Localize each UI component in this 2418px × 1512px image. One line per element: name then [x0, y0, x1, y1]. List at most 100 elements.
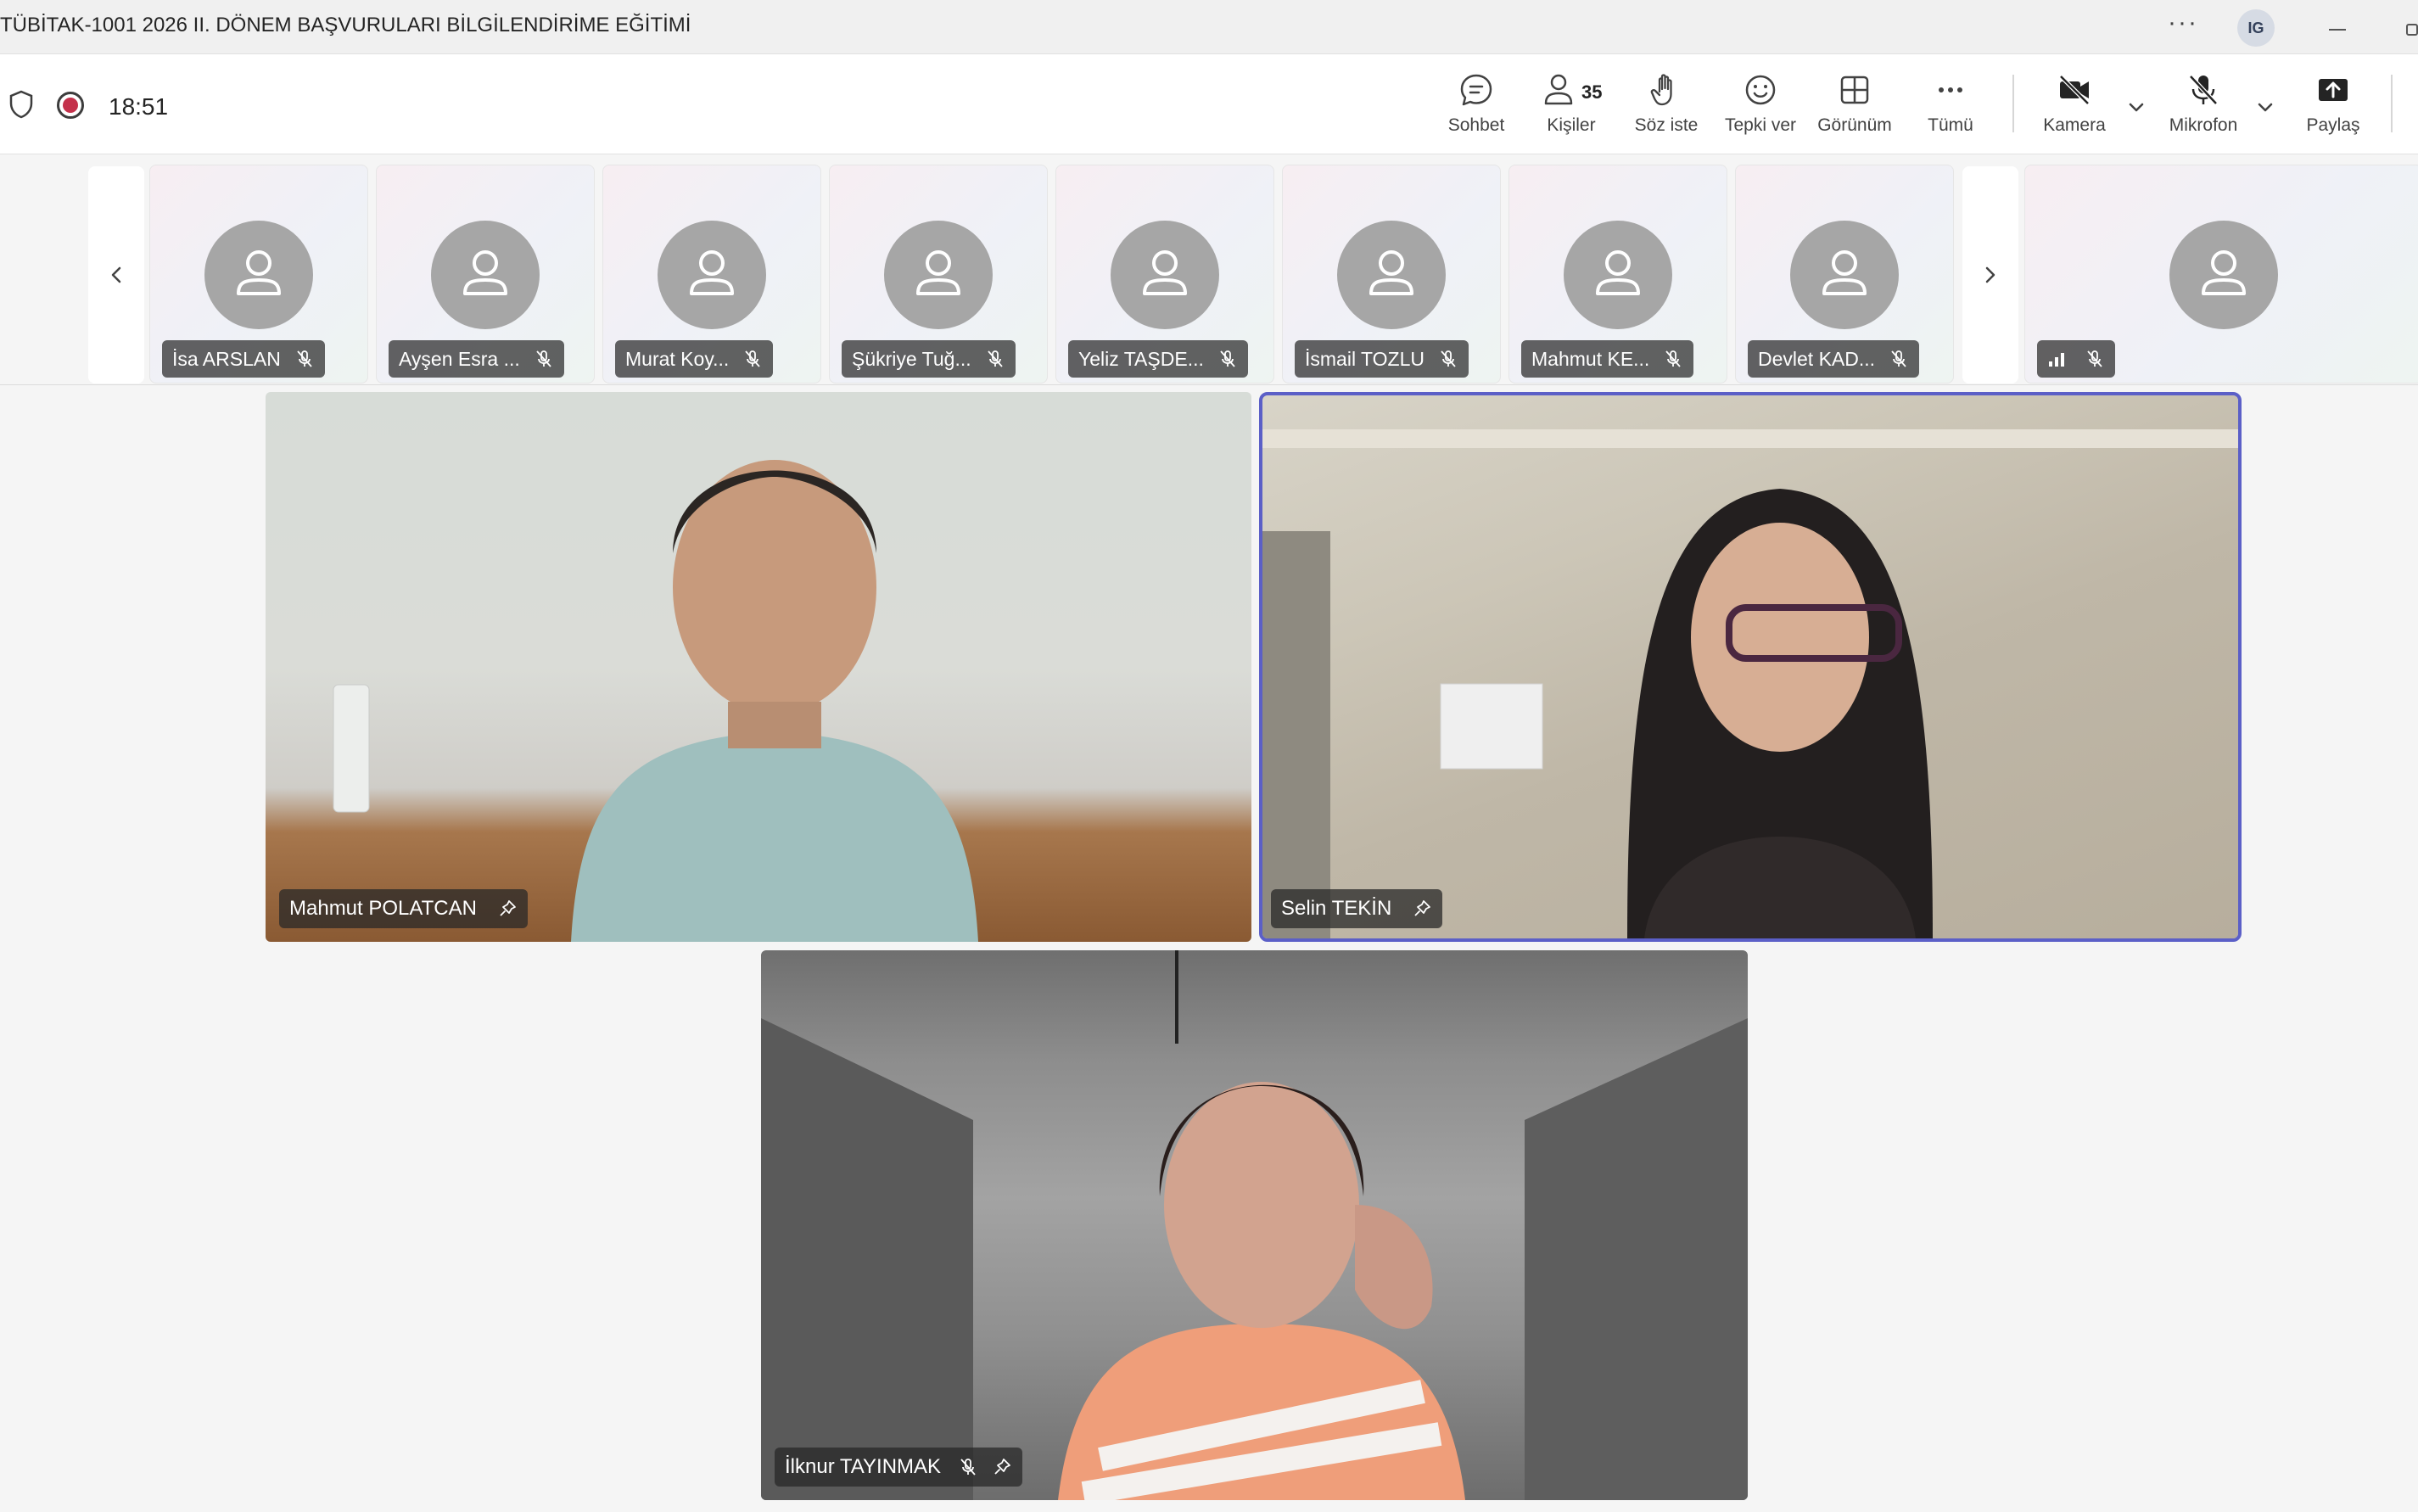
participant-tile[interactable]: Şükriye Tuğ... — [829, 165, 1048, 384]
more-options-icon[interactable]: ··· — [2168, 8, 2198, 37]
restore-icon[interactable] — [2406, 24, 2418, 36]
pin-icon[interactable] — [992, 1457, 1012, 1477]
person-icon — [237, 250, 281, 295]
self-view-tile[interactable] — [2024, 165, 2418, 384]
react-button[interactable]: Tepki ver — [1710, 71, 1811, 143]
toolbar-divider — [2391, 75, 2393, 132]
signal-strength-icon — [2049, 353, 2064, 367]
mic-muted-icon — [745, 350, 760, 367]
avatar — [204, 221, 313, 329]
share-icon — [2319, 79, 2348, 101]
meeting-toolbar: 18:51 Sohbet 35 Kişiler Söz iste Tepki v… — [0, 54, 2418, 154]
pin-icon[interactable] — [1412, 899, 1432, 919]
participant-name: Murat Koy... — [625, 348, 730, 370]
video-tile-active-speaker[interactable]: Selin TEKİN — [1259, 392, 2242, 942]
user-avatar[interactable]: IG — [2237, 9, 2275, 47]
camera-label: Kamera — [2043, 115, 2106, 135]
ellipsis-icon — [1939, 87, 1962, 92]
mic-muted-icon — [2087, 350, 2102, 367]
participant-name: Devlet KAD... — [1758, 348, 1876, 370]
person-icon — [916, 250, 960, 295]
self-status-tag — [2037, 340, 2115, 378]
mic-muted-icon — [1441, 350, 1456, 367]
react-label: Tepki ver — [1724, 115, 1797, 135]
video-tile[interactable]: Mahmut POLATCAN — [266, 392, 1251, 942]
participant-tile[interactable]: Mahmut KE... — [1508, 165, 1727, 384]
video-feed — [761, 950, 1748, 1500]
person-icon — [690, 250, 734, 295]
grid-view-icon — [1840, 76, 1869, 104]
person-icon — [1369, 250, 1413, 295]
title-bar: TÜBİTAK-1001 2026 II. DÖNEM BAŞVURULARI … — [0, 0, 2418, 54]
strip-next-button[interactable] — [1962, 166, 2018, 384]
video-feed — [333, 460, 978, 942]
participant-tile[interactable]: İsa ARSLAN — [149, 165, 368, 384]
participant-name: İsmail TOZLU — [1305, 348, 1425, 370]
pin-icon[interactable] — [497, 899, 518, 919]
participant-name: Mahmut KE... — [1531, 348, 1650, 370]
participant-tile[interactable]: İsmail TOZLU — [1282, 165, 1501, 384]
participant-name-tag: İlknur TAYINMAK — [775, 1448, 1023, 1487]
chat-label: Sohbet — [1447, 115, 1505, 135]
mic-label: Mikrofon — [2169, 115, 2238, 135]
avatar — [1564, 221, 1672, 329]
mic-muted-icon — [1665, 350, 1682, 367]
participant-name-tag: Yeliz TAŞDE... — [1068, 340, 1248, 378]
participant-name: İsa ARSLAN — [172, 348, 281, 370]
chat-button[interactable]: Sohbet — [1425, 71, 1527, 143]
person-icon — [463, 250, 507, 295]
mic-options-chevron-icon[interactable] — [2253, 95, 2278, 120]
participant-name-tag: Murat Koy... — [615, 340, 774, 378]
participant-name: Yeliz TAŞDE... — [1078, 348, 1204, 370]
meeting-title: TÜBİTAK-1001 2026 II. DÖNEM BAŞVURULARI … — [0, 14, 691, 36]
participant-strip: İsa ARSLAN Ayşen Esra ... Murat Koy... Ş… — [0, 154, 2418, 385]
avatar — [884, 221, 993, 329]
participant-name-tag: İsmail TOZLU — [1295, 340, 1469, 378]
camera-button[interactable]: Kamera — [2023, 71, 2125, 143]
raise-hand-button[interactable]: Söz iste — [1615, 71, 1717, 143]
person-icon — [1596, 250, 1640, 295]
avatar — [1337, 221, 1446, 329]
participant-name: Ayşen Esra ... — [399, 348, 520, 370]
participant-tile[interactable]: Murat Koy... — [602, 165, 821, 384]
participant-tile[interactable]: Ayşen Esra ... — [376, 165, 595, 384]
view-button[interactable]: Görünüm — [1804, 71, 1906, 143]
camera-options-chevron-icon[interactable] — [2124, 95, 2149, 120]
person-icon — [1822, 250, 1867, 295]
participant-name-tag: Ayşen Esra ... — [389, 340, 564, 378]
minimize-icon[interactable] — [2329, 29, 2346, 31]
more-actions-label: Tümü — [1928, 115, 1973, 135]
participant-name-tag: İsa ARSLAN — [162, 340, 325, 378]
video-tile[interactable]: İlknur TAYINMAK — [761, 950, 1748, 1500]
person-icon — [2202, 250, 2246, 295]
chevron-right-icon — [1985, 266, 1995, 283]
meeting-timer: 18:51 — [109, 93, 169, 120]
mic-muted-icon — [1220, 350, 1235, 367]
more-actions-button[interactable]: Tümü — [1900, 71, 2001, 143]
raise-hand-label: Söz iste — [1634, 115, 1699, 135]
mic-muted-icon — [960, 1459, 976, 1476]
avatar — [1111, 221, 1219, 329]
smiley-icon — [1745, 75, 1776, 105]
participant-name-tag: Devlet KAD... — [1748, 340, 1920, 378]
avatar — [658, 221, 766, 329]
people-button[interactable]: 35 Kişiler — [1520, 71, 1622, 143]
people-label: Kişiler — [1547, 115, 1596, 135]
participant-tile[interactable]: Yeliz TAŞDE... — [1055, 165, 1274, 384]
avatar — [431, 221, 540, 329]
raise-hand-icon — [1650, 74, 1672, 106]
shield-icon — [9, 90, 33, 119]
person-icon — [1143, 250, 1187, 295]
mic-button[interactable]: Mikrofon — [2152, 71, 2254, 143]
participant-name-tag: Şükriye Tuğ... — [842, 340, 1016, 378]
toolbar-divider — [2012, 75, 2014, 132]
participant-name: Şükriye Tuğ... — [852, 348, 971, 370]
camera-off-icon — [2059, 75, 2090, 105]
participant-tile[interactable]: Devlet KAD... — [1735, 165, 1954, 384]
participant-name-tag: Selin TEKİN — [1271, 889, 1443, 928]
participant-name-tag: Mahmut POLATCAN — [279, 889, 528, 928]
recording-icon — [57, 92, 84, 119]
share-button[interactable]: Paylaş — [2282, 71, 2384, 143]
chevron-left-icon — [111, 266, 121, 283]
strip-prev-button[interactable] — [88, 166, 144, 384]
